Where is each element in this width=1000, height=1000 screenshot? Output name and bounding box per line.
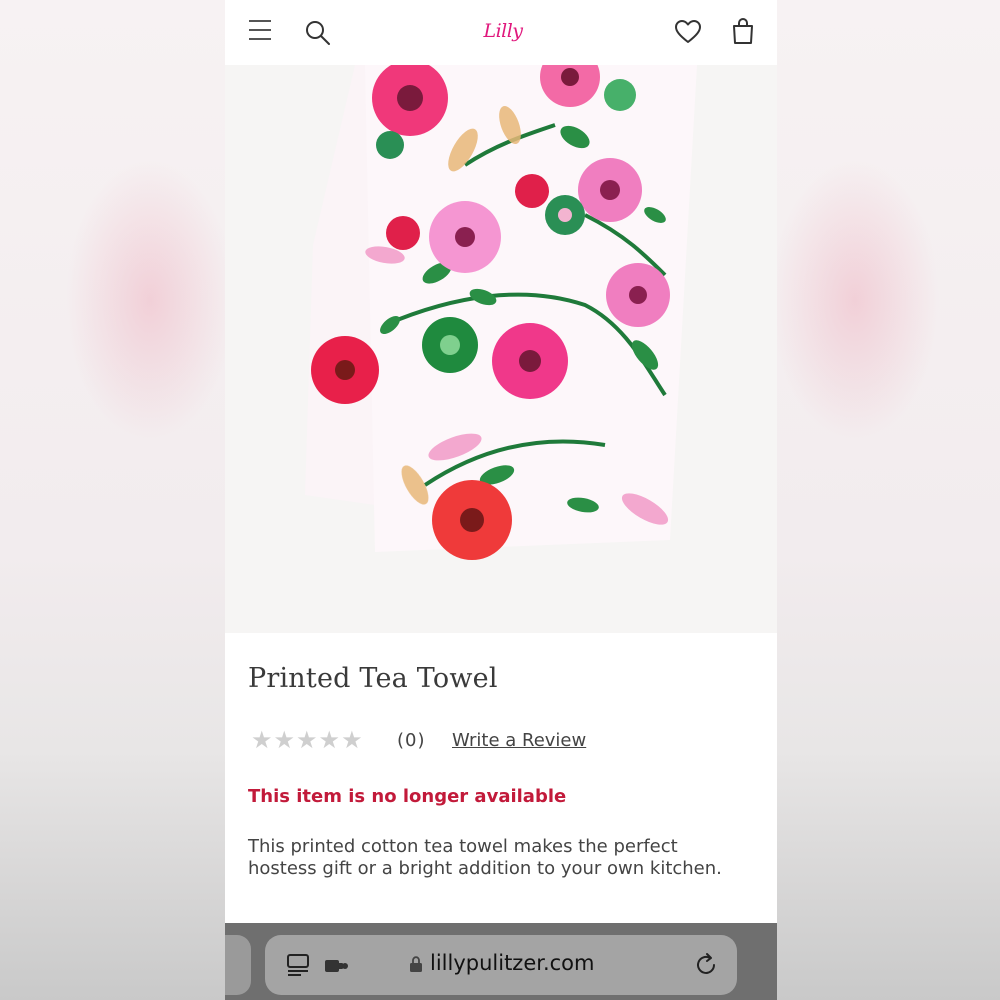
mobile-screen: Lilly Pulitzer xyxy=(225,0,777,1000)
previous-tab[interactable] xyxy=(225,935,251,995)
shopping-bag-icon[interactable] xyxy=(731,18,755,44)
site-header: Lilly Pulitzer xyxy=(225,0,777,88)
url-field[interactable]: lillypulitzer.com xyxy=(265,935,737,995)
write-review-link[interactable]: Write a Review xyxy=(452,730,586,751)
review-count: (0) xyxy=(397,730,426,751)
search-icon[interactable] xyxy=(305,20,331,46)
rating-stars[interactable]: ★★★★★ xyxy=(251,726,364,754)
lock-icon xyxy=(410,956,422,972)
background-blur-right xyxy=(775,0,1000,1000)
reload-icon[interactable] xyxy=(693,952,719,978)
background-blur-left xyxy=(0,0,225,1000)
hamburger-menu-icon[interactable] xyxy=(249,20,271,42)
browser-address-bar: lillypulitzer.com xyxy=(225,923,777,1000)
availability-status: This item is no longer available xyxy=(248,786,567,807)
product-description: This printed cotton tea towel makes the … xyxy=(248,836,722,879)
brand-logo[interactable]: Lilly Pulitzer xyxy=(451,8,555,88)
product-details: Printed Tea Towel ★★★★★ (0) Write a Revi… xyxy=(225,633,777,923)
extension-icon[interactable] xyxy=(325,957,349,973)
reader-mode-icon[interactable] xyxy=(287,954,311,976)
product-image[interactable] xyxy=(225,65,777,633)
product-title: Printed Tea Towel xyxy=(248,663,498,694)
heart-icon[interactable] xyxy=(675,20,701,44)
url-text[interactable]: lillypulitzer.com xyxy=(430,951,594,975)
